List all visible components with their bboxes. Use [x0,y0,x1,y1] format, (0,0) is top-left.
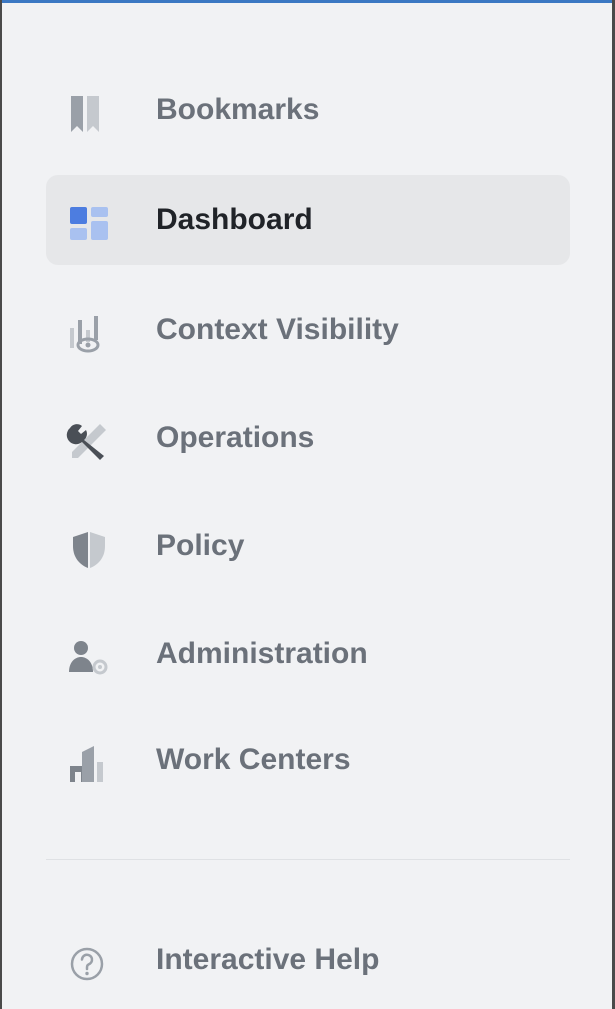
nav-item-interactive-help[interactable]: Interactive Help [46,915,570,1005]
dashboard-icon [66,204,112,244]
bookmark-icon [66,94,112,134]
nav-label-work-centers: Work Centers [156,743,351,776]
nav-label-administration: Administration [156,637,368,670]
buildings-icon [66,744,112,784]
nav-item-work-centers[interactable]: Work Centers [46,715,570,805]
nav-item-bookmarks[interactable]: Bookmarks [46,65,570,155]
help-icon [66,944,112,984]
context-visibility-icon [66,314,112,354]
nav-label-policy: Policy [156,529,245,562]
nav-item-operations[interactable]: Operations [46,393,570,483]
nav-item-administration[interactable]: Administration [46,609,570,699]
nav-label-context-visibility: Context Visibility [156,313,399,346]
tools-icon [66,422,112,462]
shield-icon [66,530,112,570]
nav-label-bookmarks: Bookmarks [156,93,320,126]
nav-item-policy[interactable]: Policy [46,501,570,591]
nav-label-interactive-help: Interactive Help [156,943,380,976]
window-left-border [0,0,2,1009]
nav-label-dashboard: Dashboard [156,203,313,236]
top-accent-line [0,0,615,3]
nav-label-operations: Operations [156,421,315,454]
sidebar-frame: Bookmarks Dashboard Context Visibility O… [0,0,615,1009]
sidebar-panel: Bookmarks Dashboard Context Visibility O… [2,3,612,1009]
nav-item-dashboard[interactable]: Dashboard [46,175,570,265]
admin-gear-icon [66,638,112,678]
nav-item-context-visibility[interactable]: Context Visibility [46,285,570,375]
sidebar-divider [46,859,570,860]
